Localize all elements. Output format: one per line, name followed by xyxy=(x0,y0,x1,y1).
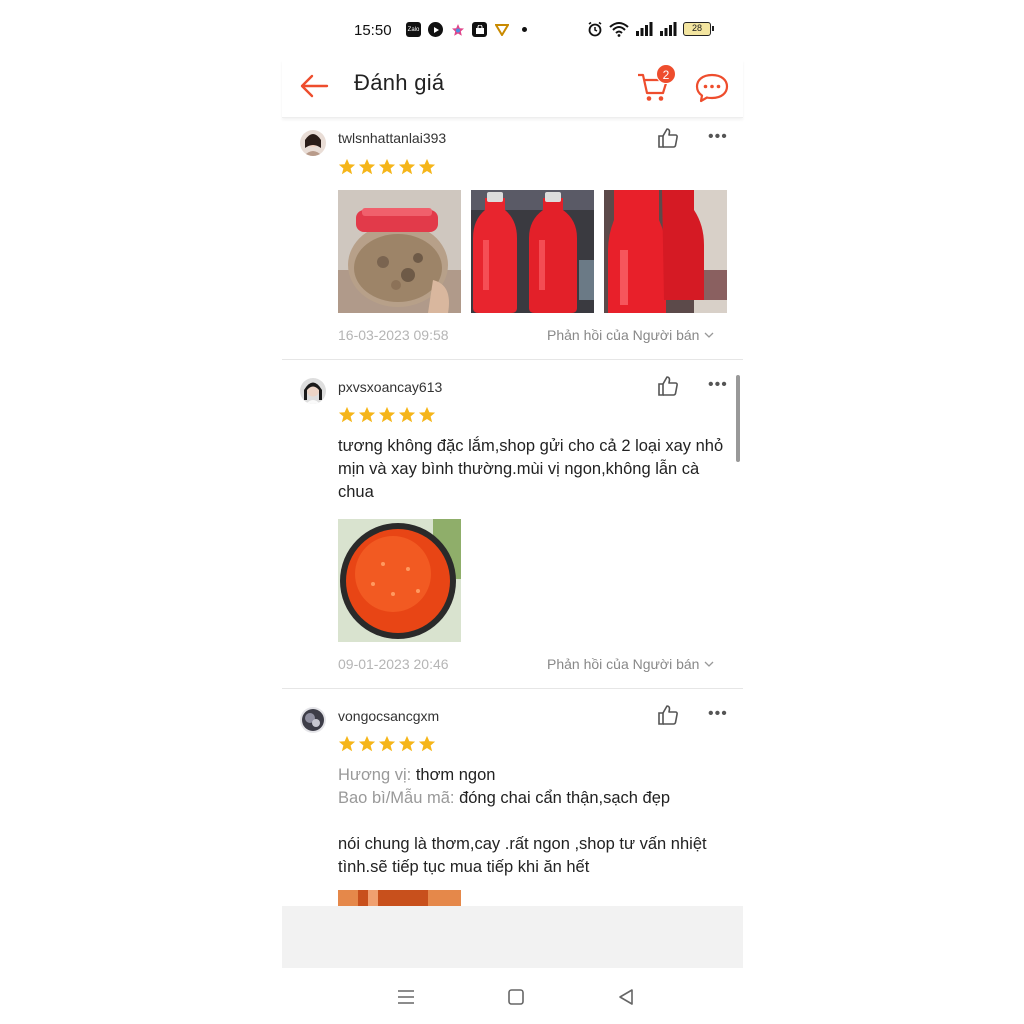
app-header: Đánh giá 2 xyxy=(282,60,743,118)
status-time: 15:50 xyxy=(354,22,392,39)
wifi-icon xyxy=(609,22,629,37)
more-options-icon[interactable]: ••• xyxy=(708,706,728,725)
scrollbar[interactable] xyxy=(736,375,740,462)
review-text: nói chung là thơm,cay .rất ngon ,shop tư… xyxy=(338,835,707,876)
avatar[interactable] xyxy=(300,707,326,733)
avatar[interactable] xyxy=(300,378,326,404)
phone-screen: 15:50 Zalo 28 Đánh giá 2 twlsnhattanlai3… xyxy=(282,0,743,1024)
back-button[interactable] xyxy=(296,68,332,104)
review-item: vongocsancgxm ••• Hương vị: thơm ngon Ba… xyxy=(282,689,743,906)
play-icon xyxy=(428,22,443,37)
review-photo-sauce-bowl[interactable] xyxy=(338,519,461,642)
review-item: twlsnhattanlai393 ••• 16-03-2023 09:58 P… xyxy=(282,118,743,360)
star-icon xyxy=(378,158,396,175)
bottom-bar xyxy=(282,906,743,968)
status-system-icons: 28 xyxy=(587,21,714,37)
star-icon xyxy=(398,158,416,175)
review-date: 16-03-2023 09:58 xyxy=(338,327,449,343)
arrow-left-icon xyxy=(300,74,329,98)
star-icon xyxy=(358,406,376,423)
star-icon xyxy=(338,406,356,423)
home-nav-button[interactable] xyxy=(506,988,528,1008)
review-attributes: Hương vị: thơm ngon Bao bì/Mẫu mã: đóng … xyxy=(338,764,728,810)
attribute-label: Hương vị: xyxy=(338,766,412,784)
status-bar: 15:50 Zalo 28 xyxy=(282,0,743,60)
star-icon xyxy=(418,158,436,175)
shop-bag-icon xyxy=(472,22,487,37)
avatar[interactable] xyxy=(300,130,326,156)
review-list[interactable]: twlsnhattanlai393 ••• 16-03-2023 09:58 P… xyxy=(282,118,743,906)
attribute-label: Bao bì/Mẫu mã: xyxy=(338,789,455,807)
cart-button[interactable]: 2 xyxy=(636,64,676,106)
review-photo-bottles[interactable] xyxy=(471,190,594,313)
attribute-row: Bao bì/Mẫu mã: đóng chai cẩn thận,sạch đ… xyxy=(338,787,728,810)
star-app-icon xyxy=(450,22,465,37)
signal-icon xyxy=(636,22,653,36)
star-icon xyxy=(378,406,396,423)
attribute-value: thơm ngon xyxy=(415,766,496,784)
review-date: 09-01-2023 20:46 xyxy=(338,656,449,672)
review-photo-bottles-closeup[interactable] xyxy=(604,190,727,313)
attribute-value: đóng chai cẩn thận,sạch đẹp xyxy=(459,789,671,807)
dot-icon xyxy=(522,27,527,32)
zalo-icon: Zalo xyxy=(406,22,421,37)
star-icon xyxy=(418,735,436,752)
signal-icon xyxy=(660,22,677,36)
chevron-down-icon xyxy=(704,661,714,667)
star-icon xyxy=(338,158,356,175)
menu-icon xyxy=(398,990,414,1004)
rating-stars xyxy=(338,158,436,176)
battery-icon: 28 xyxy=(683,22,714,36)
rating-stars xyxy=(338,735,436,753)
thumbs-up-icon[interactable] xyxy=(657,375,681,399)
seller-reply-label: Phản hồi của Người bán xyxy=(547,327,700,343)
star-icon xyxy=(358,735,376,752)
seller-reply-toggle[interactable]: Phản hồi của Người bán xyxy=(547,656,714,672)
more-options-icon[interactable]: ••• xyxy=(708,377,728,396)
reviewer-username[interactable]: twlsnhattanlai393 xyxy=(338,130,446,146)
star-icon xyxy=(378,735,396,752)
seller-reply-toggle[interactable]: Phản hồi của Người bán xyxy=(547,327,714,343)
star-icon xyxy=(338,735,356,752)
thumbs-up-icon[interactable] xyxy=(657,704,681,728)
alarm-icon xyxy=(588,21,602,37)
system-nav-bar xyxy=(0,968,1024,1024)
reviewer-username[interactable]: vongocsancgxm xyxy=(338,708,439,724)
review-text: tương không đặc lắm,shop gửi cho cả 2 lo… xyxy=(338,437,724,501)
rating-stars xyxy=(338,406,436,424)
attribute-row: Hương vị: thơm ngon xyxy=(338,764,728,787)
v-app-icon xyxy=(494,22,509,37)
star-icon xyxy=(418,406,436,423)
home-square-icon xyxy=(508,989,524,1005)
seller-reply-label: Phản hồi của Người bán xyxy=(547,656,700,672)
star-icon xyxy=(398,735,416,752)
back-triangle-icon xyxy=(619,989,633,1005)
review-item: pxvsxoancay613 ••• tương không đặc lắm,s… xyxy=(282,360,743,689)
review-photo-jar[interactable] xyxy=(338,190,461,313)
chat-icon xyxy=(695,73,729,103)
thumbs-up-icon[interactable] xyxy=(657,127,681,151)
review-photo-sauce[interactable] xyxy=(338,890,461,906)
reviewer-username[interactable]: pxvsxoancay613 xyxy=(338,379,442,395)
star-icon xyxy=(358,158,376,175)
star-icon xyxy=(398,406,416,423)
chevron-down-icon xyxy=(704,332,714,338)
back-nav-button[interactable] xyxy=(616,988,638,1008)
page-title: Đánh giá xyxy=(354,70,445,95)
more-options-icon[interactable]: ••• xyxy=(708,129,728,148)
chat-button[interactable] xyxy=(694,66,734,106)
cart-count-badge: 2 xyxy=(656,64,676,84)
status-app-icons: Zalo xyxy=(406,22,527,37)
menu-nav-button[interactable] xyxy=(396,988,418,1008)
